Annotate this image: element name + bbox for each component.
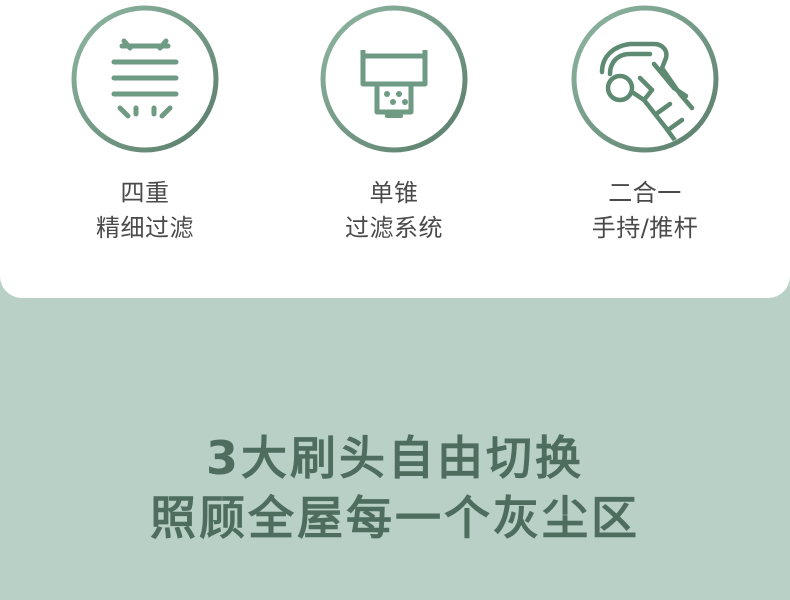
promo-headline: 3大刷头自由切换 照顾全屋每一个灰尘区 [0, 428, 790, 548]
feature-label: 二合一 手持/推杆 [535, 176, 755, 246]
single-cone-filter-icon [319, 4, 469, 154]
handheld-vacuum-icon [570, 4, 720, 154]
feature-label-line1: 单锥 [369, 179, 419, 207]
page: 四重 精细过滤 单锥 过滤系统 二合一 手持/推杆 3大刷头自由切换 照顾全屋每… [0, 0, 790, 600]
headline-line2: 照顾全屋每一个灰尘区 [150, 491, 640, 545]
feature-label: 四重 精细过滤 [35, 176, 255, 246]
feature-label-line2: 过滤系统 [345, 214, 443, 242]
four-layer-filter-icon [70, 4, 220, 154]
feature-label-line1: 二合一 [608, 179, 682, 207]
feature-label-line2: 精细过滤 [96, 214, 194, 242]
feature-card: 四重 精细过滤 单锥 过滤系统 二合一 手持/推杆 [0, 0, 790, 298]
headline-line1: 3大刷头自由切换 [205, 431, 584, 485]
feature-label-line1: 四重 [120, 179, 170, 207]
feature-label: 单锥 过滤系统 [284, 176, 504, 246]
feature-label-line2: 手持/推杆 [591, 214, 699, 242]
